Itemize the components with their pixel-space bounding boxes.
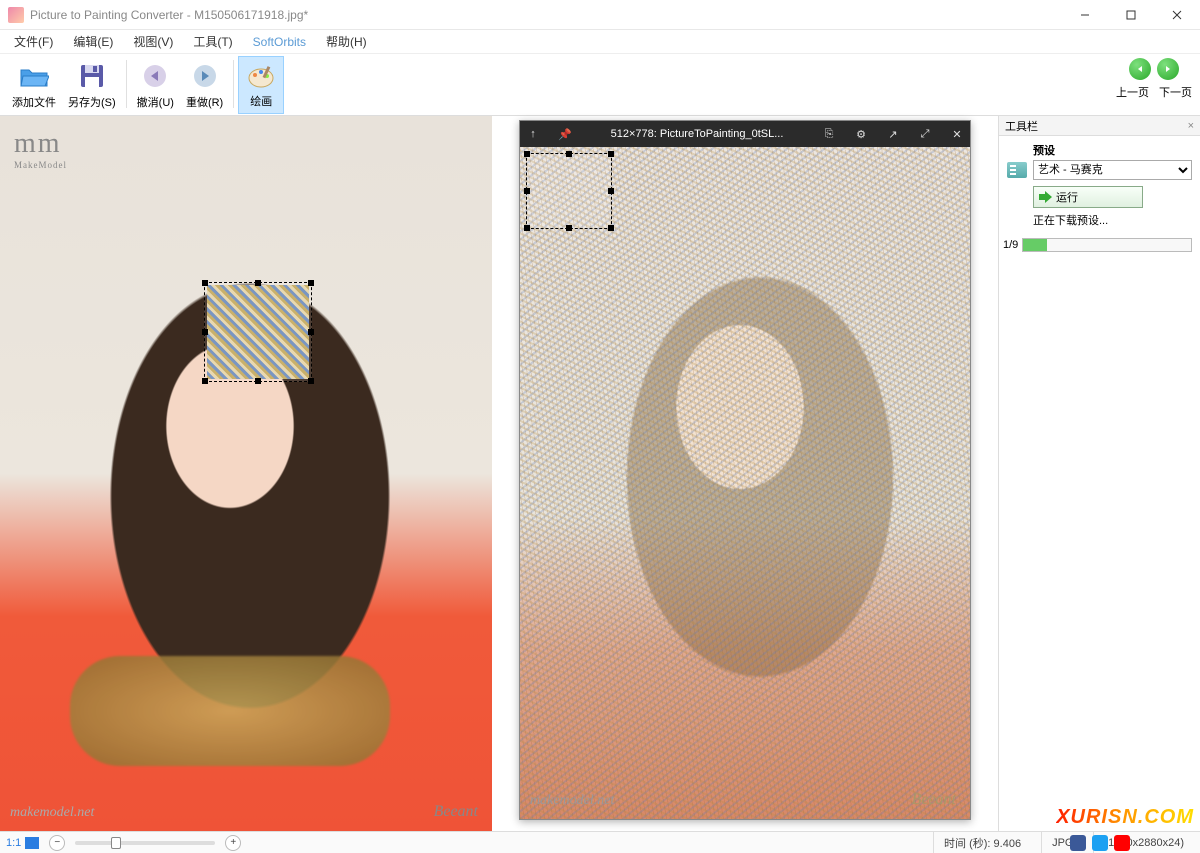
selection-preview bbox=[207, 285, 309, 379]
preview-watermark-author: Beeant bbox=[912, 791, 956, 809]
page-nav: 上一页 下一页 bbox=[1116, 58, 1192, 100]
handle-top-left[interactable] bbox=[202, 280, 208, 286]
menu-file[interactable]: 文件(F) bbox=[6, 30, 61, 53]
title-bar: Picture to Painting Converter - M1505061… bbox=[0, 0, 1200, 30]
close-button[interactable] bbox=[1154, 0, 1200, 30]
preview-copy-icon[interactable]: ⎘ bbox=[822, 128, 836, 141]
paint-button[interactable]: 绘画 bbox=[238, 56, 284, 114]
undo-icon bbox=[139, 60, 171, 92]
side-panel-close-icon[interactable]: × bbox=[1188, 120, 1194, 132]
prev-page-button[interactable] bbox=[1129, 58, 1151, 80]
prev-page-label: 上一页 bbox=[1116, 84, 1149, 100]
side-panel-header: 工具栏 × bbox=[999, 116, 1200, 136]
handle-mid-right[interactable] bbox=[308, 329, 314, 335]
progress-bar bbox=[1022, 238, 1192, 252]
youtube-icon[interactable] bbox=[1114, 835, 1130, 851]
original-image-pane[interactable]: mm MakeModel makemodel.net Beeant bbox=[0, 116, 492, 831]
watermark-author: Beeant bbox=[434, 803, 478, 821]
run-button[interactable]: 运行 bbox=[1033, 186, 1143, 208]
toolbar-separator bbox=[233, 60, 234, 108]
save-as-label: 另存为(S) bbox=[68, 94, 116, 110]
preview-settings-icon[interactable]: ⚙ bbox=[854, 128, 868, 141]
zoom-slider-knob[interactable] bbox=[111, 837, 121, 849]
toolbar-separator bbox=[126, 60, 127, 108]
redo-icon bbox=[189, 60, 221, 92]
progress-text: 1/9 bbox=[1003, 239, 1018, 251]
preview-fullscreen-icon[interactable]: ⤢ bbox=[918, 128, 932, 141]
work-area: mm MakeModel makemodel.net Beeant ↑ 📌 51… bbox=[0, 116, 1200, 831]
selection-box[interactable] bbox=[204, 282, 312, 382]
makemodel-logo: mm MakeModel bbox=[14, 128, 67, 170]
window-title: Picture to Painting Converter - M1505061… bbox=[30, 8, 1062, 22]
zoom-in-button[interactable]: + bbox=[225, 835, 241, 851]
handle-top-right[interactable] bbox=[308, 280, 314, 286]
undo-label: 撤消(U) bbox=[137, 94, 174, 110]
minimize-button[interactable] bbox=[1062, 0, 1108, 30]
next-page-button[interactable] bbox=[1157, 58, 1179, 80]
menu-help[interactable]: 帮助(H) bbox=[318, 30, 375, 53]
app-icon bbox=[8, 7, 24, 23]
handle-mid-left[interactable] bbox=[202, 329, 208, 335]
side-panel-title: 工具栏 bbox=[1005, 118, 1038, 134]
status-time: 时间 (秒): 9.406 bbox=[933, 832, 1031, 853]
preview-watermark-url: makemodel.net bbox=[530, 793, 614, 809]
download-status: 正在下载预设... bbox=[1033, 212, 1192, 228]
preview-window: ↑ 📌 512×778: PictureToPainting_0tSL... ⎘… bbox=[519, 120, 971, 820]
preview-header: ↑ 📌 512×778: PictureToPainting_0tSL... ⎘… bbox=[520, 121, 970, 147]
handle-bot-left[interactable] bbox=[202, 378, 208, 384]
add-file-button[interactable]: 添加文件 bbox=[6, 56, 62, 114]
preview-pin-icon[interactable]: 📌 bbox=[558, 128, 572, 141]
preview-body[interactable]: makemodel.net Beeant bbox=[520, 147, 970, 819]
preview-back-icon[interactable]: ↑ bbox=[526, 128, 540, 140]
redo-button[interactable]: 重做(R) bbox=[180, 56, 229, 114]
status-bar: 1:1 − + 时间 (秒): 9.406 JPG (1920x2880x24) bbox=[0, 831, 1200, 853]
handle-bot-right[interactable] bbox=[308, 378, 314, 384]
run-arrow-icon bbox=[1034, 187, 1056, 207]
undo-button[interactable]: 撤消(U) bbox=[131, 56, 180, 114]
zoom-out-button[interactable]: − bbox=[49, 835, 65, 851]
folder-open-icon bbox=[18, 60, 50, 92]
progress-row: 1/9 bbox=[999, 236, 1200, 254]
menu-view[interactable]: 视图(V) bbox=[125, 30, 181, 53]
save-as-button[interactable]: 另存为(S) bbox=[62, 56, 122, 114]
brand-watermark: XURISN.COM bbox=[1056, 806, 1194, 829]
thumbnail-icon[interactable] bbox=[25, 837, 39, 849]
handle-bot-mid[interactable] bbox=[255, 378, 261, 384]
preset-icon bbox=[1007, 162, 1027, 178]
social-icons bbox=[1070, 835, 1130, 851]
menu-tools[interactable]: 工具(T) bbox=[185, 30, 240, 53]
painting-output: makemodel.net Beeant bbox=[520, 147, 970, 819]
menu-bar: 文件(F) 编辑(E) 视图(V) 工具(T) SoftOrbits 帮助(H) bbox=[0, 30, 1200, 54]
handle-top-mid[interactable] bbox=[255, 280, 261, 286]
palette-icon bbox=[245, 61, 277, 91]
preview-close-icon[interactable]: ✕ bbox=[950, 128, 964, 141]
maximize-button[interactable] bbox=[1108, 0, 1154, 30]
preview-pane: ↑ 📌 512×778: PictureToPainting_0tSL... ⎘… bbox=[492, 116, 998, 831]
zoom-slider[interactable] bbox=[75, 841, 215, 845]
side-panel: 工具栏 × 预设 艺术 - 马赛克 运行 正在下载预设... 1/9 bbox=[998, 116, 1200, 831]
facebook-icon[interactable] bbox=[1070, 835, 1086, 851]
floppy-disk-icon bbox=[76, 60, 108, 92]
menu-edit[interactable]: 编辑(E) bbox=[65, 30, 121, 53]
window-controls bbox=[1062, 0, 1200, 30]
add-file-label: 添加文件 bbox=[12, 94, 56, 110]
paint-label: 绘画 bbox=[250, 93, 272, 109]
run-label: 运行 bbox=[1056, 189, 1078, 205]
progress-fill bbox=[1023, 239, 1046, 251]
watermark-url: makemodel.net bbox=[10, 805, 94, 821]
preset-select[interactable]: 艺术 - 马赛克 bbox=[1033, 160, 1192, 180]
zoom-ratio[interactable]: 1:1 bbox=[6, 837, 39, 849]
next-page-label: 下一页 bbox=[1159, 84, 1192, 100]
redo-label: 重做(R) bbox=[186, 94, 223, 110]
toolbar: 添加文件 另存为(S) 撤消(U) 重做(R) 绘画 bbox=[0, 54, 1200, 116]
original-photo bbox=[0, 116, 492, 831]
preset-label: 预设 bbox=[1033, 142, 1192, 158]
twitter-icon[interactable] bbox=[1092, 835, 1108, 851]
preview-selection-box[interactable] bbox=[526, 153, 612, 229]
preview-share-icon[interactable]: ↗ bbox=[886, 128, 900, 141]
preview-title: 512×778: PictureToPainting_0tSL... bbox=[590, 128, 804, 140]
menu-softorbits[interactable]: SoftOrbits bbox=[245, 32, 314, 52]
